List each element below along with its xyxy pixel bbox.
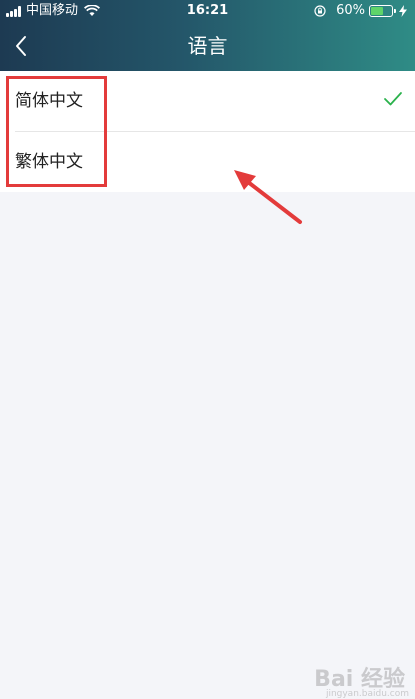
status-bar: 中国移动 16:21 60%	[0, 0, 415, 22]
orientation-lock-icon	[314, 5, 326, 17]
checkmark-icon	[384, 92, 402, 106]
battery-percent: 60%	[336, 3, 365, 18]
language-label: 简体中文	[15, 91, 83, 111]
status-right: 60%	[314, 0, 407, 22]
nav-bar: 语言	[0, 22, 415, 71]
language-list: 简体中文 繁体中文	[0, 71, 415, 192]
page-title: 语言	[187, 34, 228, 58]
watermark-url: jingyan.baidu.com	[325, 689, 409, 699]
header: 中国移动 16:21 60% 语言	[0, 0, 415, 71]
charging-bolt-icon	[399, 5, 407, 17]
language-option-simplified[interactable]: 简体中文	[0, 71, 415, 132]
language-label: 繁体中文	[15, 152, 83, 172]
annotation-arrow-icon	[234, 170, 302, 224]
language-option-traditional[interactable]: 繁体中文	[0, 132, 415, 192]
battery-icon	[369, 5, 396, 17]
